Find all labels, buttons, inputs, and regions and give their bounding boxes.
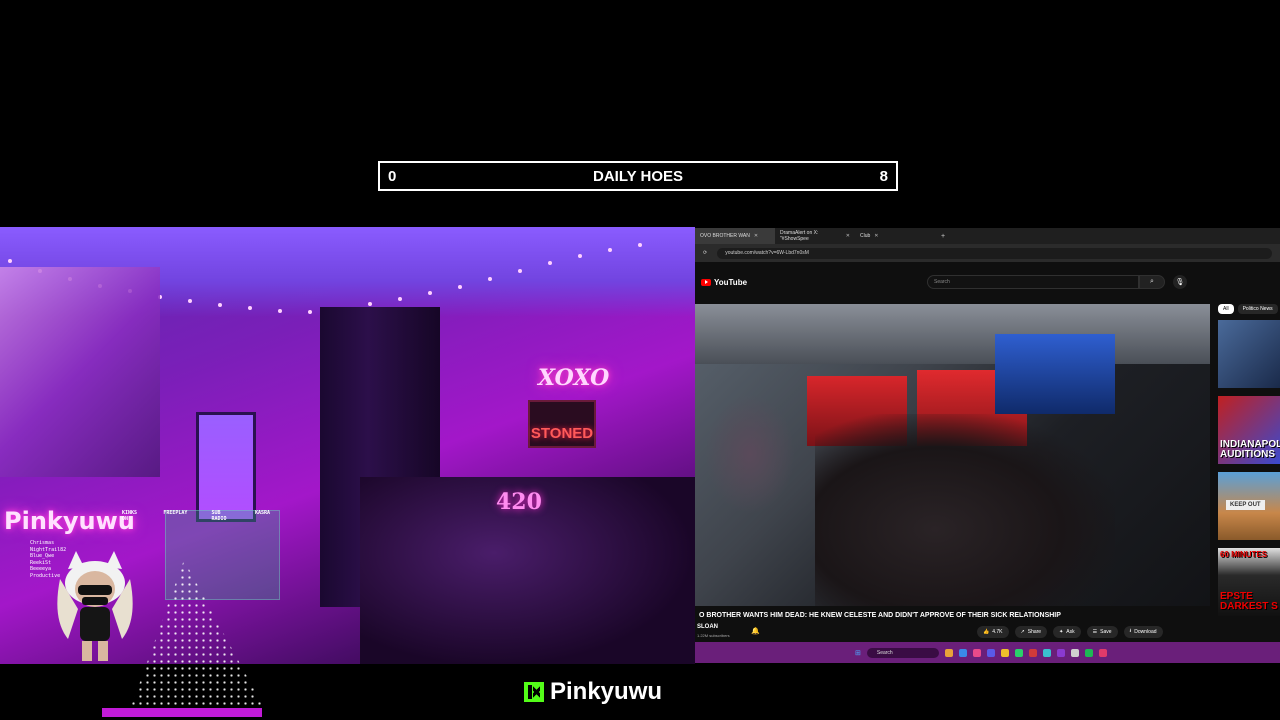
video-ceiling [695, 304, 1210, 364]
video-title: O BROTHER WANTS HIM DEAD: HE KNEW CELEST… [699, 612, 1061, 619]
youtube-play-icon [701, 278, 711, 286]
counter-left-value: 0 [388, 167, 397, 185]
tab-label: Club [860, 233, 871, 239]
close-icon[interactable]: ✕ [874, 233, 878, 239]
stats-headers: KINKS ON FREEPLAY SUB RADIO KASRA [122, 510, 270, 522]
ask-label: Ask [1066, 629, 1075, 635]
like-button[interactable]: 👍 4.7K [977, 626, 1009, 638]
recommended-video[interactable]: 60 MINUTES EPSTE DARKEST S [1218, 548, 1280, 616]
windows-taskbar: ⊞ Search [695, 642, 1280, 663]
app-icon[interactable] [1056, 648, 1065, 657]
youtube-header: YouTube Search ⌕ 🎙 [695, 262, 1280, 302]
search-button[interactable]: ⌕ [1139, 275, 1165, 289]
like-icon: 👍 [983, 629, 990, 635]
tab-label: DramaAlert on X: "#ShowSpee [780, 230, 819, 242]
ask-icon: ✦ [1059, 629, 1064, 635]
ask-button[interactable]: ✦ Ask [1053, 626, 1081, 638]
app-icon[interactable] [1028, 648, 1037, 657]
counter-title: DAILY HOES [592, 167, 684, 185]
channel-name[interactable]: SLOAN [697, 624, 718, 630]
app-icon[interactable] [1014, 648, 1023, 657]
start-icon[interactable]: ⊞ [855, 649, 861, 657]
kick-logo-icon [524, 682, 544, 702]
app-icon[interactable] [986, 648, 995, 657]
doorway [196, 412, 256, 522]
recommended-badge: 60 MINUTES [1220, 550, 1268, 559]
subscriber-count: 1.22M subscribers [697, 633, 730, 638]
recommended-video[interactable]: INDIANAPOLIS AUDITIONS [1218, 396, 1280, 464]
app-icon[interactable] [1084, 648, 1093, 657]
webcam-feed: XOXO STONED 420 Pinkyuwu KINKS ON FREEPL… [0, 227, 695, 664]
mic-button[interactable]: 🎙 [1173, 275, 1187, 289]
app-icon[interactable] [1098, 648, 1107, 657]
app-icon[interactable] [1042, 648, 1051, 657]
neon-xoxo-sign: XOXO [538, 365, 610, 391]
browser-capture: OVO BROTHER WAN ✕ DramaAlert on X: "#Sho… [695, 228, 1280, 663]
app-icon[interactable] [1070, 648, 1079, 657]
tab-label: OVO BROTHER WAN [700, 233, 750, 239]
browser-tab[interactable]: Club ✕ [855, 228, 935, 244]
crowd [705, 394, 795, 514]
arcade-screen [995, 334, 1115, 414]
recommendations-list: INDIANAPOLIS AUDITIONS KEEP OUT 60 MINUT… [1218, 320, 1280, 624]
stats-header: KINKS ON [122, 510, 138, 522]
bell-icon[interactable]: 🔔 [751, 627, 760, 635]
youtube-logo-text: YouTube [714, 277, 748, 287]
footer-brand-name: Pinkyuwu [550, 678, 663, 705]
share-button[interactable]: ↗ Share [1014, 626, 1048, 638]
download-button[interactable]: ⭳ Download [1123, 626, 1163, 638]
recommended-video[interactable]: KEEP OUT [1218, 472, 1280, 540]
app-icon[interactable] [958, 648, 967, 657]
chip-all[interactable]: All [1218, 304, 1234, 314]
download-label: Download [1134, 629, 1157, 635]
share-label: Share [1027, 629, 1042, 635]
stats-header: SUB RADIO [211, 510, 227, 522]
like-count: 4.7K [992, 629, 1003, 635]
neon-stoned-sign: STONED [528, 400, 596, 448]
counter-right-value: 8 [879, 167, 888, 185]
wall-poster [0, 267, 160, 477]
search-icon: ⌕ [1150, 278, 1154, 285]
taskbar-search[interactable]: Search [866, 647, 939, 658]
close-icon[interactable]: ✕ [846, 233, 850, 239]
search-input[interactable]: Search [927, 275, 1139, 289]
app-icon[interactable] [944, 648, 953, 657]
mic-icon: 🎙 [1175, 279, 1185, 286]
video-player[interactable] [695, 304, 1210, 606]
address-bar: ⟳ youtube.com/watch?v=6W-Lbd7n0sM [695, 244, 1280, 262]
browser-tab[interactable]: OVO BROTHER WAN ✕ [695, 228, 775, 244]
stats-header: KASRA [254, 510, 270, 516]
recommended-title: INDIANAPOLIS AUDITIONS [1220, 439, 1280, 460]
chip-politico-news[interactable]: Politico News [1237, 304, 1278, 314]
filter-chips: All Politico News [1218, 304, 1278, 314]
app-icon[interactable] [972, 648, 981, 657]
reload-icon[interactable]: ⟳ [703, 250, 707, 256]
status-strip [102, 708, 262, 717]
close-icon[interactable]: ✕ [754, 233, 758, 239]
url-field[interactable]: youtube.com/watch?v=6W-Lbd7n0sM [717, 247, 1272, 259]
save-icon: ☰ [1092, 629, 1098, 635]
tab-bar: OVO BROTHER WAN ✕ DramaAlert on X: "#Sho… [695, 228, 1280, 244]
new-tab-button[interactable]: + [935, 233, 951, 240]
url-text: youtube.com/watch?v=6W-Lbd7n0sM [725, 250, 809, 256]
app-icon[interactable] [1000, 648, 1009, 657]
share-icon: ↗ [1020, 629, 1025, 635]
save-label: Save [1100, 629, 1112, 635]
save-button[interactable]: ☰ Save [1086, 626, 1118, 638]
video-actions: 👍 4.7K ↗ Share ✦ Ask ☰ Save ⭳ Download [977, 626, 1163, 638]
recommended-title: KEEP OUT [1226, 500, 1265, 510]
avatar-mascot-icon [57, 551, 133, 661]
youtube-logo[interactable]: YouTube [701, 278, 747, 287]
people-foreground [815, 414, 1115, 606]
browser-tab[interactable]: DramaAlert on X: "#ShowSpee ✕ [775, 228, 855, 244]
daily-counter-bar: 0 DAILY HOES 8 [378, 161, 898, 191]
recommended-title: EPSTE DARKEST S [1220, 591, 1278, 612]
recommended-video[interactable] [1218, 320, 1280, 388]
download-icon: ⭳ [1129, 628, 1132, 634]
footer-brand: Pinkyuwu [524, 678, 662, 706]
neon-420-sign: 420 [496, 489, 542, 515]
stats-header: FREEPLAY [163, 510, 188, 516]
